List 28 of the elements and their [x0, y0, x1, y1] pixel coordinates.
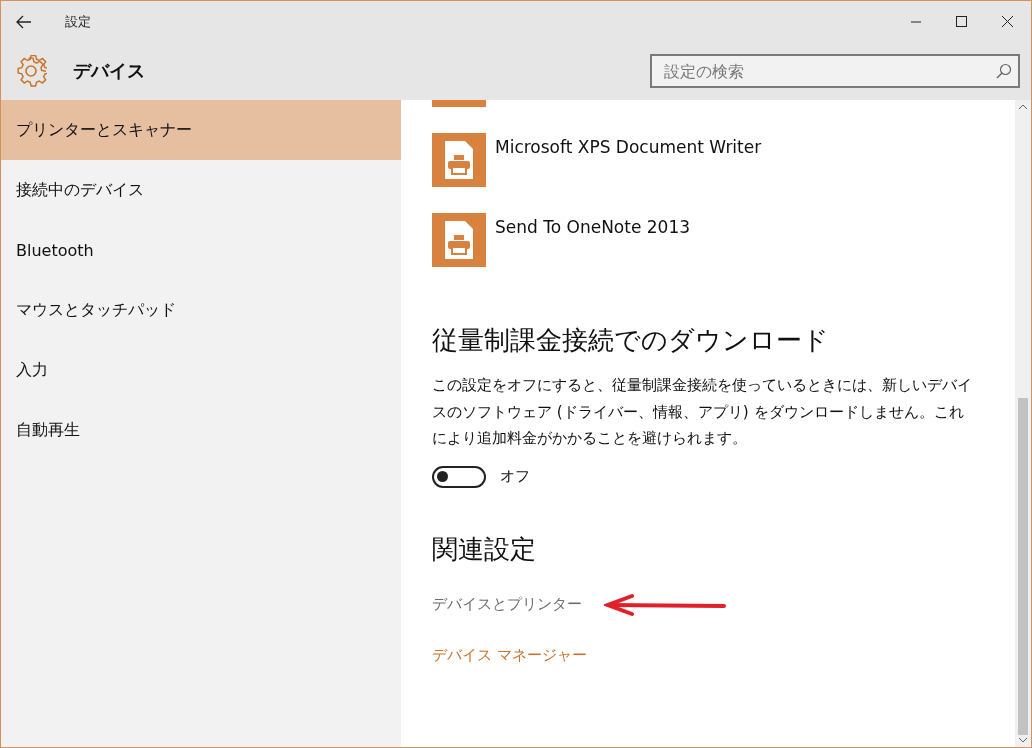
sidebar-item[interactable]: 入力 [1, 340, 401, 400]
page-title: デバイス [73, 59, 146, 83]
sidebar-item[interactable]: プリンターとスキャナー [1, 100, 401, 160]
section-heading: 関連設定 [432, 532, 537, 566]
section-heading: 従量制課金接続でのダウンロード [432, 324, 830, 357]
back-arrow-icon [16, 14, 32, 29]
sidebar-item[interactable]: 接続中のデバイス [1, 160, 401, 220]
section-description: この設定をオフにすると、従量制課金接続を使っているときには、新しいデバイスのソフトウェア (ドライバー、情報、アプリ) をダウンロードしません。これにより追加料金がかかることを避けられます。 [432, 375, 973, 449]
scroll-down-icon[interactable] [1018, 735, 1028, 745]
sidebar-item[interactable]: マウスとタッチパッド [1, 280, 401, 340]
scrollbar[interactable] [1015, 100, 1031, 747]
printer-icon [432, 213, 486, 267]
search-icon [996, 63, 1012, 79]
printer-item[interactable]: Send To OneNote 2013 [432, 213, 1015, 267]
toggle-switch[interactable] [432, 465, 486, 488]
printer-icon [432, 133, 486, 187]
sidebar-item[interactable]: Bluetooth [1, 220, 401, 280]
close-icon [1002, 15, 1014, 28]
window-title: 設定 [65, 12, 92, 31]
scroll-up-icon[interactable] [1018, 102, 1028, 112]
search-field[interactable]: 設定の検索 [650, 54, 1020, 88]
sidebar-item[interactable]: 自動再生 [1, 400, 401, 460]
toggle-label: オフ [500, 467, 530, 486]
maximize-icon [956, 15, 968, 28]
printer-item[interactable]: Microsoft XPS Document Writer [432, 133, 1015, 187]
settings-icon [15, 55, 47, 87]
link[interactable]: デバイスとプリンター [432, 595, 582, 614]
link[interactable]: デバイス マネージャー [432, 645, 1015, 665]
